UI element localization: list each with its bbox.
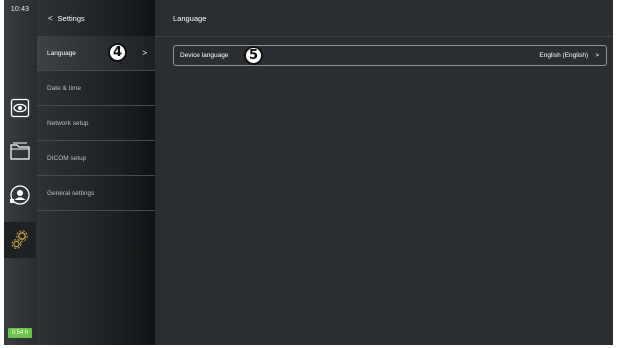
chevron-right-icon: > (142, 48, 147, 58)
status-time: 10:43 (10, 6, 30, 13)
menu-item-label: Language (47, 49, 76, 57)
page-title: Language (173, 13, 207, 23)
settings-panel: < Settings Language > Date & time Networ… (37, 0, 155, 345)
chevron-left-icon: < (48, 13, 53, 23)
battery-indicator: 0:54 h (8, 328, 32, 338)
settings-back-label: Settings (57, 13, 85, 23)
device-language-value: English (English) (539, 52, 589, 59)
device-language-row[interactable]: Device language English (English) > (173, 45, 607, 66)
main-header: Language (155, 0, 613, 37)
device-language-label: Device language (180, 52, 229, 59)
user-icon (9, 184, 31, 206)
menu-item-language[interactable]: Language > (37, 36, 155, 71)
callout-marker: 4 (108, 43, 127, 62)
archive-button[interactable] (9, 140, 31, 162)
callout-marker: 5 (244, 46, 263, 65)
settings-menu: Language > Date & time Network setup DIC… (37, 36, 155, 211)
menu-item-dicom-setup[interactable]: DICOM setup (37, 141, 155, 176)
users-button[interactable] (9, 184, 31, 206)
gears-icon (10, 229, 30, 251)
menu-item-general-settings[interactable]: General settings (37, 176, 155, 211)
device-screen: 10:43 0:54 h < Settings Language > Date … (4, 0, 613, 345)
live-view-button[interactable] (9, 97, 31, 119)
menu-item-label: DICOM setup (47, 154, 87, 162)
device-language-value-group: English (English) > (539, 52, 599, 59)
folder-icon (9, 141, 31, 161)
left-rail: 10:43 0:54 h (4, 0, 36, 345)
menu-item-label: Date & time (47, 84, 81, 92)
menu-item-network-setup[interactable]: Network setup (37, 106, 155, 141)
menu-item-date-time[interactable]: Date & time (37, 71, 155, 106)
eye-icon (10, 98, 30, 118)
chevron-right-icon: > (595, 52, 599, 59)
main-content: Language Device language English (Englis… (155, 0, 613, 345)
menu-item-label: Network setup (47, 119, 89, 127)
menu-item-label: General settings (47, 189, 95, 197)
settings-back-button[interactable]: < Settings (37, 0, 155, 36)
settings-button[interactable] (4, 222, 36, 258)
